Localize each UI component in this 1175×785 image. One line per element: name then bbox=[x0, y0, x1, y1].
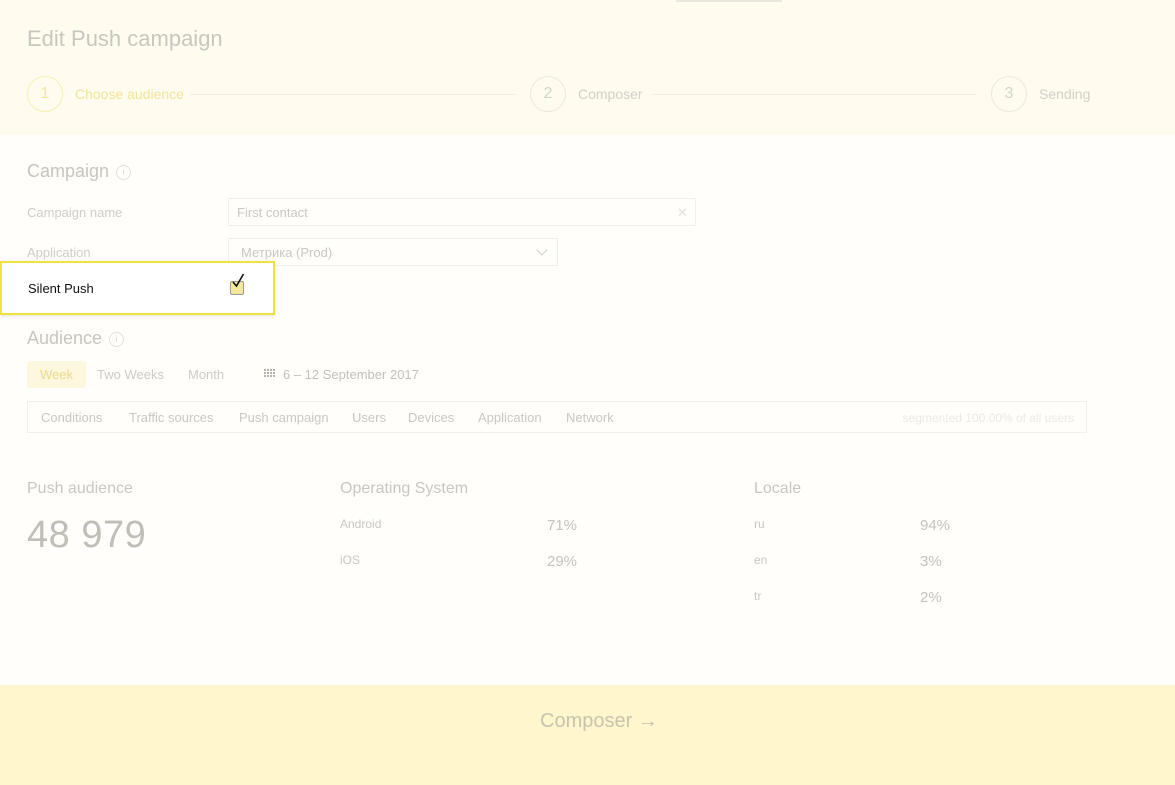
push-audience-title: Push audience bbox=[27, 480, 133, 497]
segmented-summary: segmented 100.00% of all users bbox=[902, 411, 1074, 425]
chevron-down-icon bbox=[536, 244, 548, 256]
campaign-name-value: First contact bbox=[237, 205, 308, 220]
calendar-icon[interactable] bbox=[264, 369, 275, 377]
composer-next-button[interactable]: Composer → bbox=[540, 710, 658, 733]
step-1-label[interactable]: Choose audience bbox=[75, 86, 184, 102]
period-tab-month[interactable]: Month bbox=[188, 367, 224, 382]
clear-icon[interactable]: ✕ bbox=[677, 205, 688, 221]
locale-label: tr bbox=[754, 589, 762, 603]
header-area bbox=[0, 0, 1175, 135]
info-icon[interactable]: i bbox=[116, 165, 131, 180]
locale-label: en bbox=[754, 553, 768, 567]
campaign-section-title: Campaign bbox=[27, 161, 110, 181]
silent-push-highlight: Silent Push bbox=[0, 261, 275, 315]
top-tab-indicator bbox=[676, 0, 782, 2]
step-connector bbox=[190, 94, 516, 95]
step-2-label[interactable]: Composer bbox=[578, 86, 643, 102]
filter-bar: Conditions Traffic sources Push campaign… bbox=[27, 401, 1087, 433]
filter-network[interactable]: Network bbox=[566, 410, 614, 425]
period-tab-two-weeks[interactable]: Two Weeks bbox=[97, 367, 164, 382]
filter-users[interactable]: Users bbox=[352, 410, 386, 425]
period-tab-week[interactable]: Week bbox=[27, 361, 86, 388]
locale-value: 94% bbox=[920, 517, 951, 534]
step-3-circle[interactable]: 3 bbox=[991, 76, 1027, 112]
os-value: 71% bbox=[547, 517, 578, 534]
step-2-circle[interactable]: 2 bbox=[530, 76, 566, 112]
campaign-name-input[interactable]: First contact ✕ bbox=[228, 198, 696, 226]
locale-label: ru bbox=[754, 517, 765, 531]
silent-push-label: Silent Push bbox=[28, 281, 94, 296]
locale-title: Locale bbox=[754, 480, 802, 497]
campaign-name-label: Campaign name bbox=[27, 205, 123, 220]
page-title: Edit Push campaign bbox=[27, 26, 223, 51]
os-label: iOS bbox=[340, 553, 361, 567]
footer-bar: Composer → bbox=[0, 685, 1175, 785]
application-label: Application bbox=[27, 245, 91, 260]
checkmark-icon bbox=[232, 273, 245, 288]
step-connector bbox=[652, 94, 976, 95]
push-audience-value: 48 979 bbox=[27, 514, 147, 556]
date-range[interactable]: 6 – 12 September 2017 bbox=[283, 367, 419, 382]
filter-conditions[interactable]: Conditions bbox=[41, 410, 102, 425]
locale-value: 3% bbox=[920, 553, 942, 570]
application-select[interactable]: Метрика (Prod) bbox=[228, 238, 558, 266]
application-value: Метрика (Prod) bbox=[241, 245, 333, 260]
filter-push-campaign[interactable]: Push campaign bbox=[239, 410, 329, 425]
filter-devices[interactable]: Devices bbox=[408, 410, 454, 425]
step-1-circle[interactable]: 1 bbox=[27, 76, 63, 112]
os-label: Android bbox=[340, 517, 382, 531]
audience-section-title: Audience bbox=[27, 328, 103, 348]
step-3-label[interactable]: Sending bbox=[1039, 86, 1090, 102]
info-icon[interactable]: i bbox=[109, 332, 124, 347]
os-value: 29% bbox=[547, 553, 578, 570]
locale-value: 2% bbox=[920, 589, 942, 606]
os-title: Operating System bbox=[340, 480, 469, 497]
filter-traffic-sources[interactable]: Traffic sources bbox=[129, 410, 214, 425]
filter-application[interactable]: Application bbox=[478, 410, 542, 425]
